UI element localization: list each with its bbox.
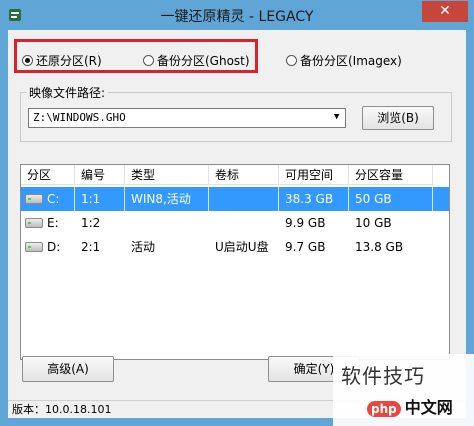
cell-drive: D:: [47, 240, 61, 254]
close-button[interactable]: ✕: [422, 1, 468, 22]
watermark-text: 软件技巧: [341, 364, 425, 388]
partition-table: 分区 编号 类型 卷标 可用空间 分区容量 C: 1:1 WIN8,活动 38.…: [20, 164, 450, 360]
cell-drive: E:: [47, 216, 59, 230]
cell-size: 10 GB: [355, 216, 392, 230]
cell-size: 50 GB: [349, 187, 433, 211]
app-window: 一键还原精灵 - LEGACY ✕ 还原分区(R) 备份分区(Ghost) 备份…: [0, 0, 474, 426]
table-row[interactable]: D: 2:1 活动 U启动U盘 9.7 GB 13.8 GB: [21, 235, 449, 259]
cell-free: 38.3 GB: [279, 187, 349, 211]
watermark: 软件技巧 php 中文网: [333, 354, 474, 426]
cell-number: 2:1: [81, 240, 101, 254]
logo-badge: php: [367, 401, 401, 417]
table-row[interactable]: C: 1:1 WIN8,活动 38.3 GB 50 GB: [21, 187, 449, 211]
image-path-value: Z:\WINDOWS.GHO: [33, 111, 126, 124]
radio-restore-label: 还原分区(R): [36, 54, 102, 68]
cell-drive: C:: [47, 187, 75, 211]
cell-number: 1:1: [75, 187, 125, 211]
column-header-number[interactable]: 编号: [75, 165, 125, 185]
column-header-free[interactable]: 可用空间: [279, 165, 349, 185]
cell-label: U启动U盘: [215, 240, 269, 254]
radio-backup-ghost[interactable]: 备份分区(Ghost): [143, 52, 250, 69]
cell-type: [125, 211, 209, 235]
radio-dot: [143, 55, 154, 66]
cell-type: 活动: [131, 240, 156, 254]
radio-backup-ghost-label: 备份分区(Ghost): [157, 54, 250, 68]
radio-backup-imagex[interactable]: 备份分区(Imagex): [286, 52, 402, 69]
close-icon: ✕: [439, 3, 451, 19]
drive-icon: [25, 242, 43, 252]
advanced-button[interactable]: 高级(A): [22, 356, 114, 382]
column-header-partition[interactable]: 分区: [21, 165, 75, 185]
title-bar[interactable]: 一键还原精灵 - LEGACY ✕: [0, 0, 474, 30]
cell-label: [209, 211, 279, 235]
cell-number: 1:2: [81, 216, 101, 230]
column-header-size[interactable]: 分区容量: [349, 165, 433, 185]
radio-backup-imagex-label: 备份分区(Imagex): [300, 54, 402, 68]
image-path-label: 映像文件路径:: [26, 84, 109, 101]
radio-dot: [286, 55, 297, 66]
cell-label: [209, 187, 279, 211]
browse-button[interactable]: 浏览(B): [362, 106, 434, 130]
chevron-down-icon[interactable]: ▼: [334, 113, 343, 122]
version-text: 版本：10.0.18.101: [12, 403, 112, 416]
column-header-type[interactable]: 类型: [125, 165, 209, 185]
drive-icon: [25, 218, 43, 228]
cell-type: WIN8,活动: [125, 187, 209, 211]
cell-size: 13.8 GB: [355, 240, 404, 254]
window-title: 一键还原精灵 - LEGACY: [160, 9, 314, 25]
cell-free: 9.7 GB: [285, 240, 326, 254]
column-header-label[interactable]: 卷标: [209, 165, 279, 185]
table-row[interactable]: E: 1:2 9.9 GB 10 GB: [21, 211, 449, 235]
radio-dot-selected: [22, 55, 33, 66]
drive-icon: [25, 194, 43, 204]
image-path-select[interactable]: Z:\WINDOWS.GHO ▼: [28, 108, 346, 128]
cell-free: 9.9 GB: [285, 216, 326, 230]
radio-restore[interactable]: 还原分区(R): [22, 52, 102, 69]
watermark-logo: php 中文网: [367, 394, 453, 418]
logo-text: 中文网: [404, 398, 453, 417]
